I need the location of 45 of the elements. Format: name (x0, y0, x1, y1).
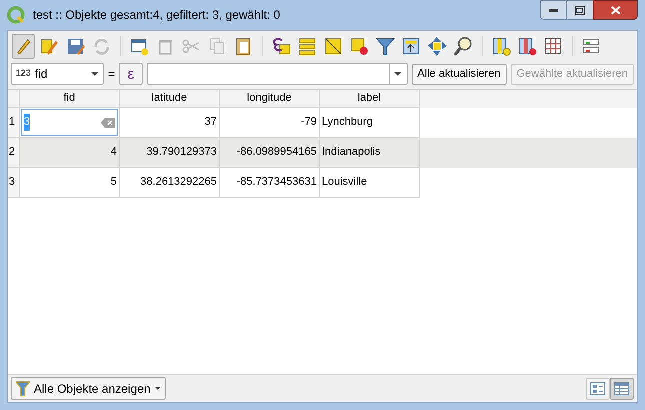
filter-icon (16, 380, 30, 396)
minimize-button[interactable] (540, 0, 567, 20)
pan-arrows-icon (427, 36, 448, 56)
stacked-bars-icon (297, 36, 318, 56)
dropdown-arrow-icon (394, 72, 402, 76)
field-name: fid (35, 66, 49, 83)
cell-value: 3 (24, 114, 30, 131)
add-column-icon (491, 36, 512, 56)
row-number[interactable]: 3 (8, 168, 20, 198)
view-toggle-button[interactable] (586, 378, 610, 400)
dropdown-arrow-icon (91, 72, 100, 76)
close-icon (610, 6, 620, 14)
zoom-icon (453, 36, 474, 56)
filter-button[interactable]: Alle Objekte anzeigen (11, 377, 166, 400)
expression-button[interactable]: ε (119, 63, 143, 85)
filter-icon (375, 36, 396, 56)
app-logo-icon (7, 6, 25, 24)
row-number[interactable]: 1 (8, 108, 20, 138)
update-button[interactable]: Alle aktualisieren (412, 64, 507, 84)
epsilon-icon (271, 36, 292, 56)
deselect-icon (349, 36, 370, 56)
table-cell: Louisville (320, 168, 420, 198)
minimize-icon (549, 8, 558, 12)
equals-sign: = (108, 66, 116, 83)
dropdown-arrow-icon (154, 387, 161, 390)
table-cell: 5 (20, 168, 120, 198)
window-title: test :: Objekte gesamt:4, gefiltert: 3, gewählt: 0 (33, 7, 280, 24)
close-button[interactable] (593, 0, 638, 20)
form-view-icon (590, 380, 606, 396)
table-view-icon (614, 380, 630, 396)
row-number[interactable]: 2 (8, 138, 20, 168)
view-toggle-button[interactable] (610, 378, 634, 400)
invert-selection-icon (323, 36, 344, 56)
calculator-icon (543, 36, 564, 56)
table-cell: 38.2613292265 (120, 168, 220, 198)
delete-column-icon (517, 36, 538, 56)
move-to-top-icon (401, 36, 422, 56)
field-dropdown[interactable]: 123 fid (11, 63, 104, 85)
clear-icon (101, 118, 115, 128)
maximize-button[interactable] (567, 0, 593, 20)
field-type-label: 123 (16, 67, 32, 80)
table-cell: -85.7373453631 (220, 168, 320, 198)
restore-icon (575, 6, 585, 14)
expression-field[interactable] (146, 63, 408, 85)
toolbar-button[interactable] (12, 34, 35, 58)
